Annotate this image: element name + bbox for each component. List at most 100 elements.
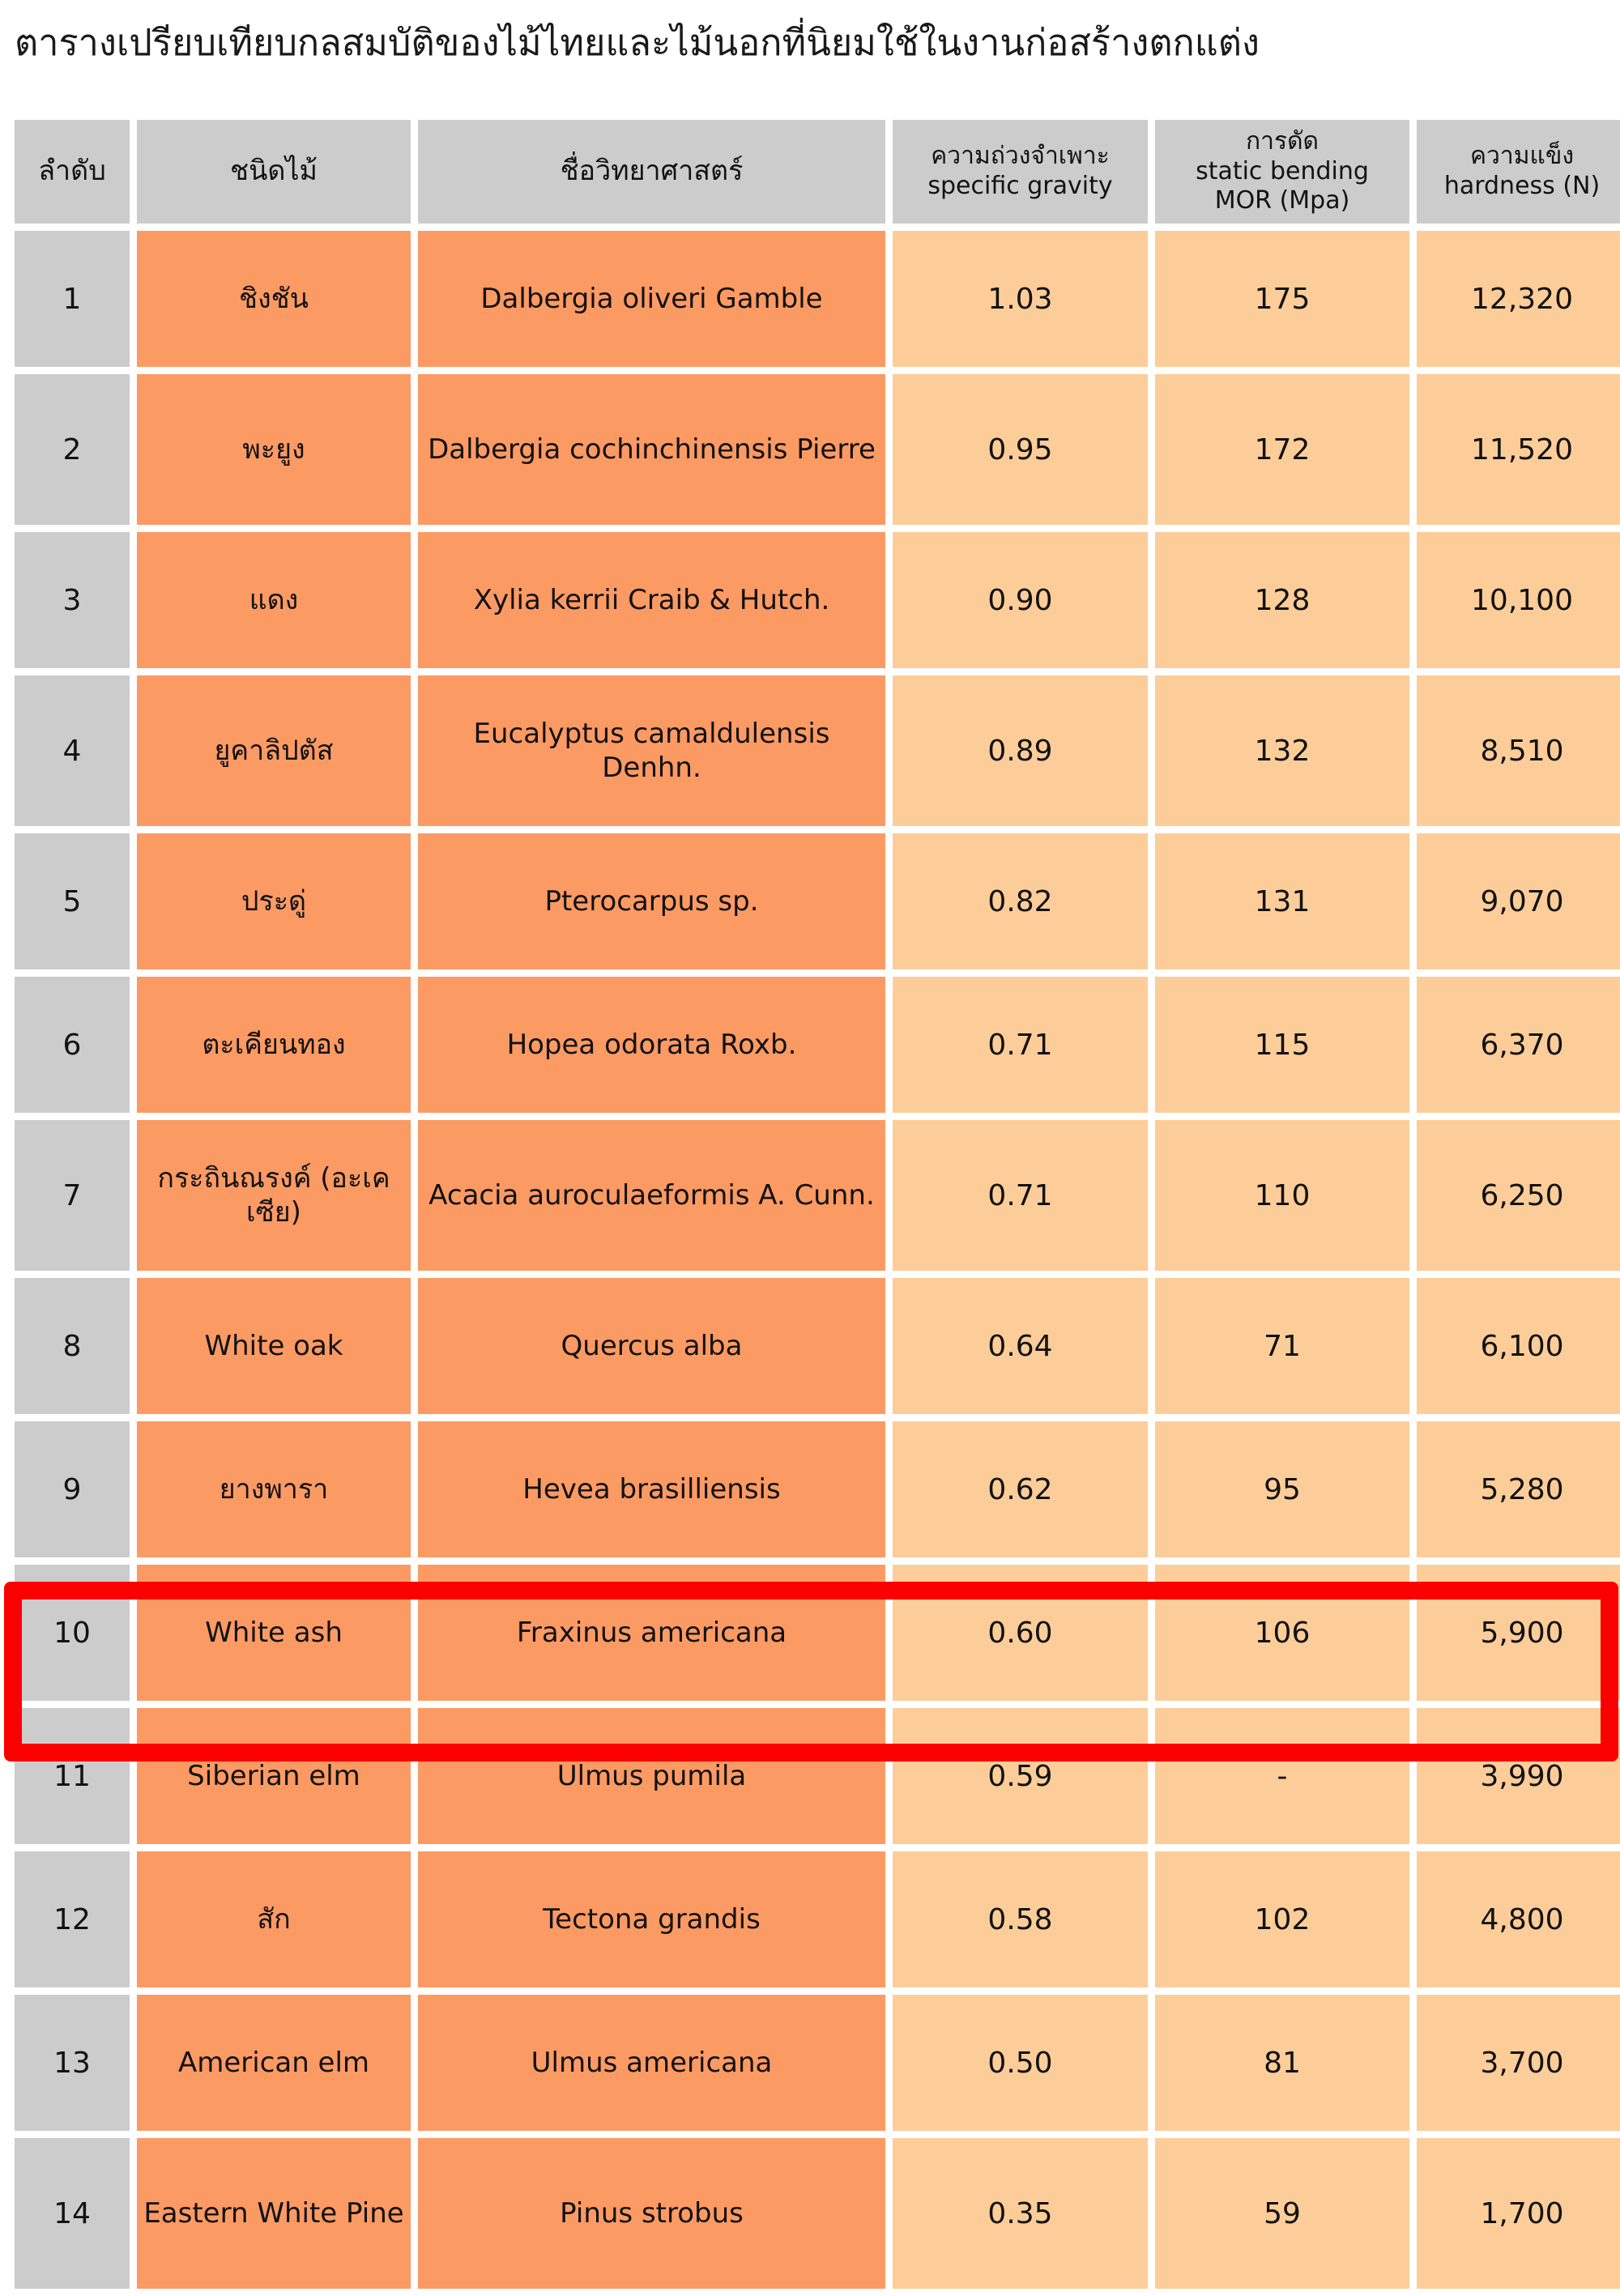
cell-static-bending-mor: 115	[1155, 977, 1409, 1113]
cell-hardness: 8,510	[1417, 675, 1620, 826]
header-specific-gravity: ความถ่วงจำเพาะ specific gravity	[893, 120, 1148, 224]
wood-comparison-table: ลำดับ ชนิดไม้ ชื่อวิทยาศาสตร์ ความถ่วงจำเพา…	[7, 113, 1620, 2296]
table-row: 3 แดง Xylia kerrii Craib & Hutch. 0.90 128 10…	[15, 532, 1620, 668]
header-no-line-1: ลำดับ	[38, 155, 106, 188]
cell-scientific-name: Fraxinus americana	[418, 1565, 885, 1701]
cell-order-number: 1	[15, 231, 130, 367]
cell-specific-gravity: 0.82	[893, 833, 1148, 969]
cell-wood-type: White ash	[137, 1565, 411, 1701]
cell-static-bending-mor: 95	[1155, 1421, 1409, 1557]
cell-static-bending-mor: 110	[1155, 1120, 1409, 1271]
cell-static-bending-mor: 172	[1155, 374, 1409, 525]
cell-order-number: 2	[15, 374, 130, 525]
cell-static-bending-mor: 102	[1155, 1851, 1409, 1987]
cell-wood-type: Eastern White Pine	[137, 2138, 411, 2289]
cell-specific-gravity: 0.64	[893, 1278, 1148, 1414]
cell-specific-gravity: 0.95	[893, 374, 1148, 525]
cell-static-bending-mor: 132	[1155, 675, 1409, 826]
cell-specific-gravity: 0.90	[893, 532, 1148, 668]
header-static-bending-line-3: MOR (Mpa)	[1214, 186, 1350, 215]
table-row: 13 American elm Ulmus americana 0.50 81 3,700	[15, 1995, 1620, 2131]
cell-wood-type: ยางพารา	[137, 1421, 411, 1557]
cell-static-bending-mor: 131	[1155, 833, 1409, 969]
cell-order-number: 3	[15, 532, 130, 668]
cell-static-bending-mor: 175	[1155, 231, 1409, 367]
cell-hardness: 10,100	[1417, 532, 1620, 668]
cell-static-bending-mor: 128	[1155, 532, 1409, 668]
cell-hardness: 1,700	[1417, 2138, 1620, 2289]
table-row: 5 ประดู่ Pterocarpus sp. 0.82 131 9,070	[15, 833, 1620, 969]
cell-wood-type: แดง	[137, 532, 411, 668]
cell-specific-gravity: 0.50	[893, 1995, 1148, 2131]
cell-specific-gravity: 0.71	[893, 977, 1148, 1113]
cell-wood-type: Siberian elm	[137, 1708, 411, 1844]
header-scientific-name-line-1: ชื่อวิทยาศาสตร์	[560, 155, 744, 188]
header-hardness-line-2: hardness (N)	[1443, 172, 1601, 200]
cell-order-number: 7	[15, 1120, 130, 1271]
header-specific-gravity-line-2: specific gravity	[927, 172, 1113, 200]
table-row: 8 White oak Quercus alba 0.64 71 6,100	[15, 1278, 1620, 1414]
cell-wood-type: White oak	[137, 1278, 411, 1414]
cell-hardness: 5,900	[1417, 1565, 1620, 1701]
cell-wood-type: ชิงชัน	[137, 231, 411, 367]
table-body: 1 ชิงชัน Dalbergia oliveri Gamble 1.03 175 12…	[15, 231, 1620, 2289]
header-specific-gravity-line-1: ความถ่วงจำเพาะ	[931, 142, 1110, 171]
cell-scientific-name: Hevea brasilliensis	[418, 1421, 885, 1557]
cell-hardness: 3,990	[1417, 1708, 1620, 1844]
cell-scientific-name: Dalbergia oliveri Gamble	[418, 231, 885, 367]
cell-scientific-name: Pterocarpus sp.	[418, 833, 885, 969]
cell-specific-gravity: 0.58	[893, 1851, 1148, 1987]
cell-static-bending-mor: 106	[1155, 1565, 1409, 1701]
cell-specific-gravity: 0.35	[893, 2138, 1148, 2289]
table-row: 14 Eastern White Pine Pinus strobus 0.35 59 1…	[15, 2138, 1620, 2289]
cell-specific-gravity: 1.03	[893, 231, 1148, 367]
cell-static-bending-mor: 59	[1155, 2138, 1409, 2289]
table-row: 2 พะยูง Dalbergia cochinchinensis Pierre 0.…	[15, 374, 1620, 525]
table-header-row: ลำดับ ชนิดไม้ ชื่อวิทยาศาสตร์ ความถ่วงจำเพา…	[15, 120, 1620, 224]
wood-comparison-table-container: ลำดับ ชนิดไม้ ชื่อวิทยาศาสตร์ ความถ่วงจำเพา…	[15, 120, 1620, 2289]
table-row: 11 Siberian elm Ulmus pumila 0.59-3,990	[15, 1708, 1620, 1844]
cell-order-number: 8	[15, 1278, 130, 1414]
cell-scientific-name: Hopea odorata Roxb.	[418, 977, 885, 1113]
cell-order-number: 11	[15, 1708, 130, 1844]
cell-hardness: 5,280	[1417, 1421, 1620, 1557]
header-static-bending: การดัด static bending MOR (Mpa)	[1155, 120, 1409, 224]
cell-scientific-name: Pinus strobus	[418, 2138, 885, 2289]
cell-specific-gravity: 0.59	[893, 1708, 1148, 1844]
cell-wood-type: สัก	[137, 1851, 411, 1987]
table-row: 12 สัก Tectona grandis 0.58 102 4,800	[15, 1851, 1620, 1987]
header-hardness-line-1: ความแข็ง	[1469, 142, 1575, 171]
cell-order-number: 9	[15, 1421, 130, 1557]
header-static-bending-line-1: การดัด	[1245, 127, 1319, 156]
cell-specific-gravity: 0.71	[893, 1120, 1148, 1271]
header-wood-type: ชนิดไม้	[137, 120, 411, 224]
cell-order-number: 5	[15, 833, 130, 969]
table-row: 10 White ash Fraxinus americana 0.60 106 5,90…	[15, 1565, 1620, 1701]
cell-scientific-name: Ulmus pumila	[418, 1708, 885, 1844]
header-hardness: ความแข็ง hardness (N)	[1417, 120, 1620, 224]
cell-specific-gravity: 0.60	[893, 1565, 1148, 1701]
cell-order-number: 12	[15, 1851, 130, 1987]
page-title: ตารางเปรียบเทียบกลสมบัติของไม้ไทยและไม้น…	[15, 21, 1260, 64]
cell-order-number: 14	[15, 2138, 130, 2289]
cell-specific-gravity: 0.62	[893, 1421, 1148, 1557]
cell-hardness: 4,800	[1417, 1851, 1620, 1987]
cell-hardness: 3,700	[1417, 1995, 1620, 2131]
cell-wood-type: กระถินณรงค์ (อะเคเซีย)	[137, 1120, 411, 1271]
cell-hardness: 12,320	[1417, 231, 1620, 367]
cell-scientific-name: Acacia auroculaeformis A. Cunn.	[418, 1120, 885, 1271]
table-header: ลำดับ ชนิดไม้ ชื่อวิทยาศาสตร์ ความถ่วงจำเพา…	[15, 120, 1620, 224]
cell-wood-type: ตะเคียนทอง	[137, 977, 411, 1113]
table-row: 6 ตะเคียนทอง Hopea odorata Roxb. 0.71 115 6,3…	[15, 977, 1620, 1113]
cell-wood-type: ยูคาลิปตัส	[137, 675, 411, 826]
cell-scientific-name: Eucalyptus camaldulensis Denhn.	[418, 675, 885, 826]
cell-scientific-name: Dalbergia cochinchinensis Pierre	[418, 374, 885, 525]
cell-static-bending-mor: 81	[1155, 1995, 1409, 2131]
cell-order-number: 13	[15, 1995, 130, 2131]
cell-hardness: 6,370	[1417, 977, 1620, 1113]
header-scientific-name: ชื่อวิทยาศาสตร์	[418, 120, 885, 224]
table-row: 1 ชิงชัน Dalbergia oliveri Gamble 1.03 175 12…	[15, 231, 1620, 367]
cell-static-bending-mor: -	[1155, 1708, 1409, 1844]
cell-order-number: 6	[15, 977, 130, 1113]
cell-hardness: 6,250	[1417, 1120, 1620, 1271]
